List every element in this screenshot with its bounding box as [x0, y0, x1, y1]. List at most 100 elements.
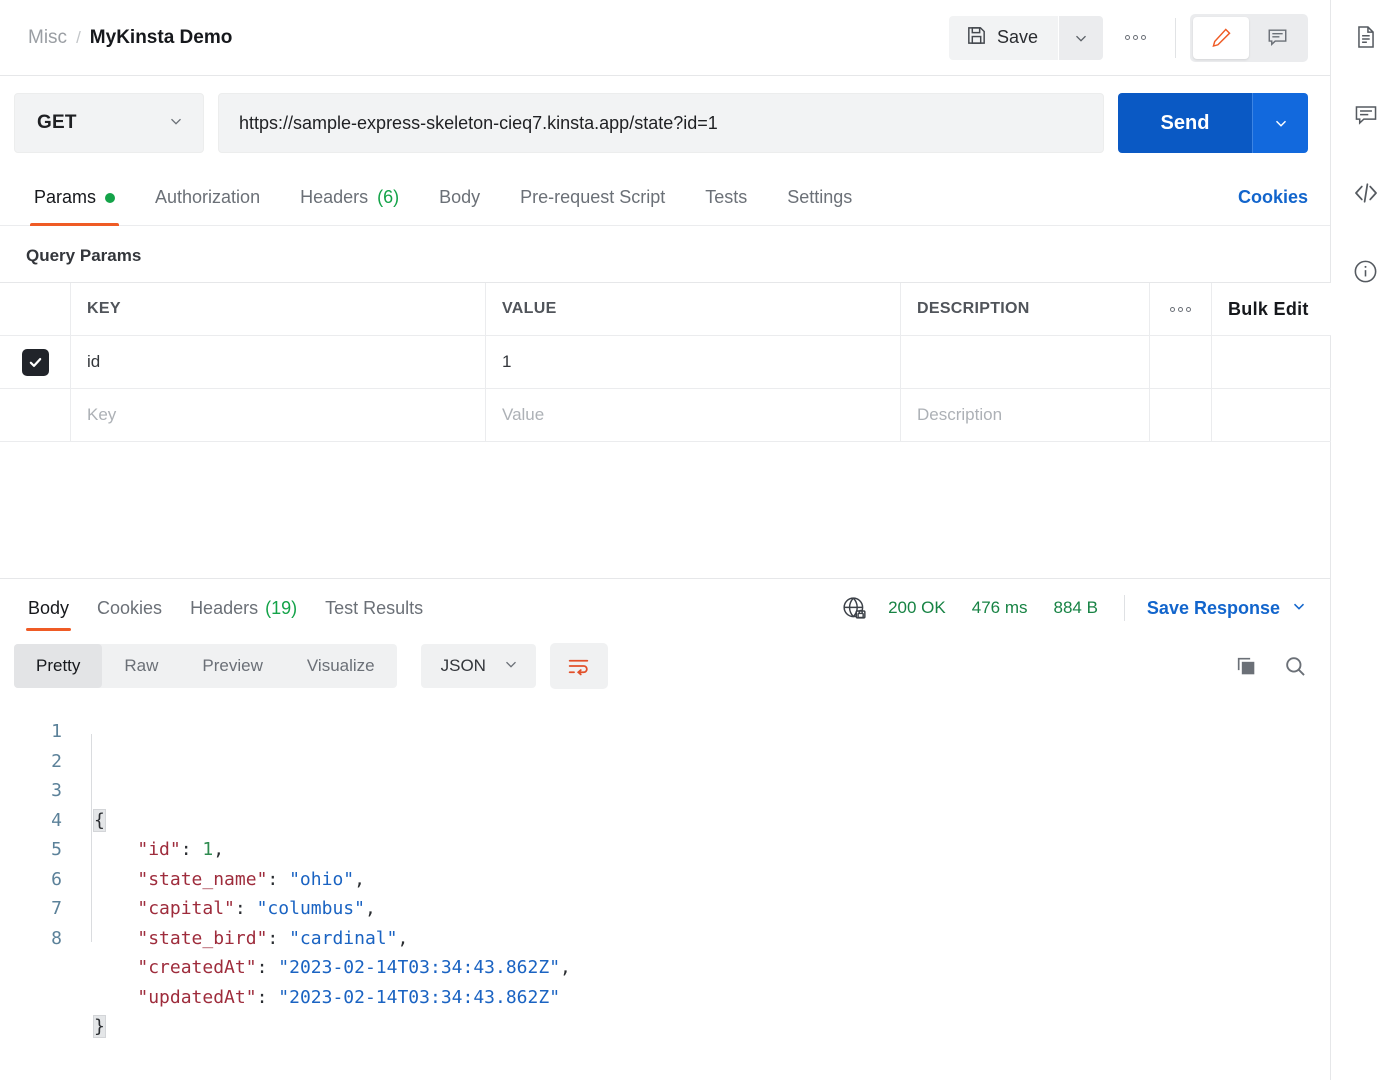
breadcrumb: Misc / MyKinsta Demo [28, 27, 232, 49]
row-enabled-checkbox[interactable] [22, 349, 49, 376]
response-format-tabs: Pretty Raw Preview Visualize [14, 644, 397, 688]
more-options-ellipsis-icon[interactable] [1109, 16, 1161, 60]
row-description-input[interactable] [901, 336, 1150, 388]
tab-body-label: Body [439, 187, 480, 208]
line-number-gutter: 12345678 [0, 717, 78, 1042]
empty-row-description-input[interactable]: Description [901, 389, 1150, 441]
code-token: : [267, 869, 289, 890]
floppy-disk-icon [966, 25, 987, 51]
format-tab-preview[interactable]: Preview [180, 644, 284, 688]
code-line: } [94, 1012, 1330, 1042]
code-token [94, 957, 137, 978]
right-sidebar [1331, 0, 1400, 1080]
header-divider [1175, 18, 1176, 58]
code-line: "updatedAt": "2023-02-14T03:34:43.862Z" [94, 983, 1330, 1013]
response-body-viewer[interactable]: 12345678 { "id": 1, "state_name": "ohio"… [0, 703, 1330, 1080]
tab-authorization-label: Authorization [155, 187, 260, 208]
code-token: , [213, 839, 224, 860]
code-icon[interactable] [1347, 174, 1385, 212]
response-language-label: JSON [441, 656, 486, 676]
code-token: "updatedAt" [137, 987, 256, 1008]
response-format-bar: Pretty Raw Preview Visualize JSON [0, 637, 1330, 703]
line-number: 5 [0, 835, 62, 865]
code-token: "2023-02-14T03:34:43.862Z" [278, 957, 560, 978]
code-token: , [397, 928, 408, 949]
tab-headers[interactable]: Headers (6) [280, 170, 419, 226]
response-tab-body[interactable]: Body [14, 579, 83, 637]
breadcrumb-separator: / [76, 28, 81, 48]
table-row: id 1 [0, 336, 1331, 389]
code-line: "state_name": "ohio", [94, 865, 1330, 895]
row-options-cell [1150, 336, 1212, 388]
code-line: "createdAt": "2023-02-14T03:34:43.862Z", [94, 953, 1330, 983]
copy-icon[interactable] [1234, 654, 1259, 679]
response-tab-test-results[interactable]: Test Results [311, 579, 437, 637]
documentation-icon[interactable] [1347, 18, 1385, 56]
tab-tests[interactable]: Tests [685, 170, 767, 226]
bulk-edit-button[interactable]: Bulk Edit [1212, 283, 1331, 335]
response-tabs: Body Cookies Headers (19) Test Results [0, 579, 1330, 637]
breadcrumb-current: MyKinsta Demo [90, 27, 233, 49]
url-input[interactable]: https://sample-express-skeleton-cieq7.ki… [218, 93, 1104, 153]
empty-row-checkbox-cell [0, 389, 71, 441]
row-key-input[interactable]: id [71, 336, 486, 388]
request-tabs: Params Authorization Headers (6) Body Pr… [0, 170, 1330, 226]
info-icon[interactable] [1347, 252, 1385, 290]
response-size: 884 B [1053, 598, 1097, 618]
tab-authorization[interactable]: Authorization [135, 170, 280, 226]
send-button[interactable]: Send [1118, 93, 1252, 153]
method-chevron-down-icon [167, 112, 185, 135]
response-tab-cookies-label: Cookies [97, 598, 162, 619]
cookies-link[interactable]: Cookies [1238, 187, 1308, 208]
app-header: Misc / MyKinsta Demo Save [0, 0, 1330, 76]
empty-row-value-input[interactable]: Value [486, 389, 901, 441]
save-dropdown-chevron-down-icon[interactable] [1059, 16, 1103, 60]
comment-icon[interactable] [1347, 96, 1385, 134]
code-token: , [354, 869, 365, 890]
format-tab-pretty[interactable]: Pretty [14, 644, 102, 688]
code-token: } [94, 1016, 105, 1037]
line-number: 8 [0, 924, 62, 954]
line-number: 3 [0, 776, 62, 806]
code-token: 1 [202, 839, 213, 860]
http-method-select[interactable]: GET [14, 93, 204, 153]
pencil-icon[interactable] [1193, 17, 1249, 59]
column-header-description: DESCRIPTION [901, 283, 1150, 335]
format-tab-visualize[interactable]: Visualize [285, 644, 397, 688]
line-number: 1 [0, 717, 62, 747]
breadcrumb-parent[interactable]: Misc [28, 27, 67, 49]
code-token [94, 898, 137, 919]
tab-headers-count: (6) [377, 187, 399, 208]
main-column: Misc / MyKinsta Demo Save [0, 0, 1331, 1080]
code-line: "state_bird": "cardinal", [94, 924, 1330, 954]
empty-row-key-input[interactable]: Key [71, 389, 486, 441]
response-tab-headers-count: (19) [265, 598, 297, 619]
tab-params[interactable]: Params [14, 170, 135, 226]
table-options-ellipsis-icon[interactable] [1150, 283, 1212, 335]
response-body-actions [1234, 654, 1308, 679]
tab-settings[interactable]: Settings [767, 170, 872, 226]
send-button-group: Send [1118, 93, 1308, 153]
tab-pre-request-script-label: Pre-request Script [520, 187, 665, 208]
url-value: https://sample-express-skeleton-cieq7.ki… [239, 113, 718, 134]
http-method-label: GET [37, 112, 77, 134]
response-tab-headers[interactable]: Headers (19) [176, 579, 311, 637]
response-tab-cookies[interactable]: Cookies [83, 579, 176, 637]
comment-icon[interactable] [1249, 17, 1305, 59]
row-value-input[interactable]: 1 [486, 336, 901, 388]
save-response-button[interactable]: Save Response [1147, 597, 1308, 620]
tab-params-label: Params [34, 187, 96, 208]
send-dropdown-chevron-down-icon[interactable] [1252, 93, 1308, 153]
save-button[interactable]: Save [949, 16, 1058, 60]
search-icon[interactable] [1283, 654, 1308, 679]
tab-body[interactable]: Body [419, 170, 500, 226]
response-tab-test-results-label: Test Results [325, 598, 423, 619]
code-token [94, 928, 137, 949]
response-language-select[interactable]: JSON [421, 644, 536, 688]
tab-pre-request-script[interactable]: Pre-request Script [500, 170, 685, 226]
format-tab-raw[interactable]: Raw [102, 644, 180, 688]
response-tab-body-label: Body [28, 598, 69, 619]
row-checkbox-cell [0, 336, 71, 388]
word-wrap-icon[interactable] [550, 643, 608, 689]
save-response-label: Save Response [1147, 598, 1280, 619]
